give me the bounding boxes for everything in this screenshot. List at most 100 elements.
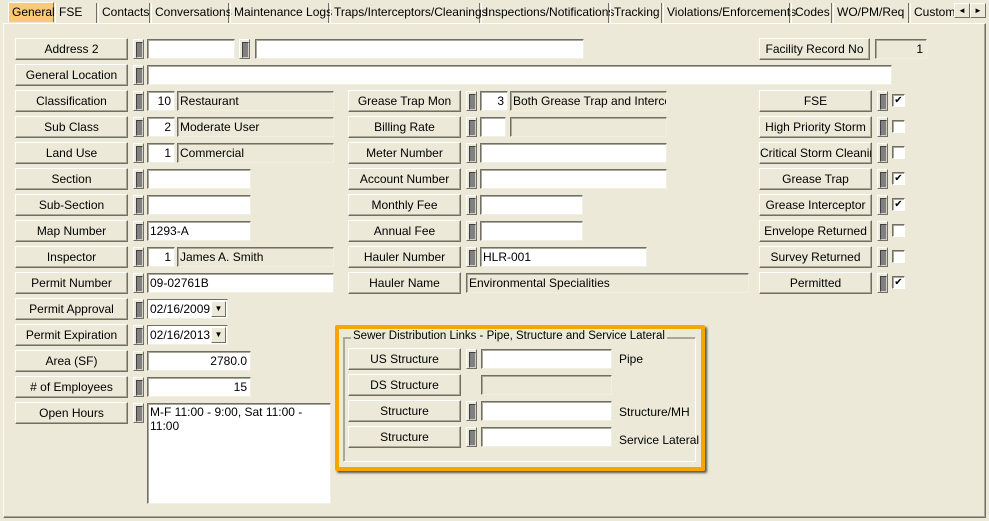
open-hours-grip[interactable]	[133, 403, 144, 423]
address2-field-2[interactable]	[255, 39, 584, 59]
tab-general[interactable]: General	[8, 2, 55, 22]
survey-returned-checkbox[interactable]	[892, 250, 905, 263]
service-lateral-grip[interactable]	[466, 427, 477, 447]
high-priority-storm-button[interactable]: High Priority Storm	[759, 116, 872, 138]
classification-grip[interactable]	[133, 91, 144, 111]
meter-number-grip[interactable]	[466, 143, 477, 163]
billing-rate-button[interactable]: Billing Rate	[348, 116, 461, 138]
map-number-grip[interactable]	[133, 221, 144, 241]
critical-storm-cleaning-checkbox[interactable]	[892, 146, 905, 159]
tab-fse[interactable]: FSE	[55, 3, 97, 23]
permit-approval-date-picker[interactable]: 02/16/2009 ▼	[147, 299, 228, 319]
grease-trap-mon-code-field[interactable]: 3	[480, 91, 508, 111]
monthly-fee-grip[interactable]	[466, 195, 477, 215]
us-structure-button[interactable]: US Structure	[348, 348, 461, 370]
permit-approval-button[interactable]: Permit Approval	[15, 298, 128, 320]
open-hours-button[interactable]: Open Hours	[15, 402, 128, 424]
grease-trap-button[interactable]: Grease Trap	[759, 168, 872, 190]
service-lateral-structure-button[interactable]: Structure	[348, 426, 461, 448]
sub-section-field[interactable]	[147, 195, 251, 215]
us-structure-grip[interactable]	[466, 349, 477, 369]
service-lateral-field[interactable]	[481, 427, 612, 447]
hauler-number-button[interactable]: Hauler Number	[348, 246, 461, 268]
account-number-grip[interactable]	[466, 169, 477, 189]
grease-trap-grip[interactable]	[877, 169, 888, 189]
high-priority-storm-checkbox[interactable]	[892, 120, 905, 133]
address2-button[interactable]: Address 2	[15, 38, 128, 60]
billing-rate-grip[interactable]	[466, 117, 477, 137]
tab-violations-enforcements[interactable]: Violations/Enforcements	[663, 3, 796, 23]
account-number-button[interactable]: Account Number	[348, 168, 461, 190]
tab-inspections-notifications[interactable]: Inspections/Notifications	[481, 3, 614, 23]
hauler-name-button[interactable]: Hauler Name	[348, 272, 461, 294]
employees-grip[interactable]	[133, 377, 144, 397]
meter-number-field[interactable]	[480, 143, 667, 163]
ds-structure-button[interactable]: DS Structure	[348, 374, 461, 396]
open-hours-textarea[interactable]: M-F 11:00 - 9:00, Sat 11:00 - 11:00	[147, 403, 331, 504]
grease-interceptor-button[interactable]: Grease Interceptor	[759, 194, 872, 216]
critical-storm-cleaning-button[interactable]: Critical Storm Cleaning	[759, 142, 872, 164]
section-button[interactable]: Section	[15, 168, 128, 190]
address2-grip-2[interactable]	[239, 39, 250, 59]
classification-button[interactable]: Classification	[15, 90, 128, 112]
sub-section-button[interactable]: Sub-Section	[15, 194, 128, 216]
billing-rate-code-field[interactable]	[480, 117, 506, 137]
tab-traps-interceptors-cleanings[interactable]: Traps/Interceptors/Cleanings	[330, 3, 488, 23]
envelope-returned-checkbox[interactable]	[892, 224, 905, 237]
sub-section-grip[interactable]	[133, 195, 144, 215]
permitted-grip[interactable]	[877, 273, 888, 293]
tab-wo-pm-req[interactable]: WO/PM/Req	[833, 3, 909, 23]
grease-trap-checkbox[interactable]: ✔	[892, 172, 905, 185]
monthly-fee-button[interactable]: Monthly Fee	[348, 194, 461, 216]
land-use-button[interactable]: Land Use	[15, 142, 128, 164]
structure-mh-grip[interactable]	[466, 401, 477, 421]
annual-fee-field[interactable]	[480, 221, 583, 241]
general-location-field[interactable]	[147, 65, 892, 85]
account-number-field[interactable]	[480, 169, 667, 189]
us-structure-field[interactable]	[481, 349, 612, 369]
inspector-code-field[interactable]: 1	[147, 247, 175, 267]
permitted-checkbox[interactable]: ✔	[892, 276, 905, 289]
grease-interceptor-grip[interactable]	[877, 195, 888, 215]
tab-conversations[interactable]: Conversations	[151, 3, 232, 23]
critical-storm-cleaning-grip[interactable]	[877, 143, 888, 163]
meter-number-button[interactable]: Meter Number	[348, 142, 461, 164]
permit-number-button[interactable]: Permit Number	[15, 272, 128, 294]
survey-returned-grip[interactable]	[877, 247, 888, 267]
high-priority-storm-grip[interactable]	[877, 117, 888, 137]
land-use-code-field[interactable]: 1	[147, 143, 175, 163]
fse-grip[interactable]	[877, 91, 888, 111]
tab-contacts[interactable]: Contacts	[98, 3, 150, 23]
area-grip[interactable]	[133, 351, 144, 371]
envelope-returned-grip[interactable]	[877, 221, 888, 241]
permit-expiration-date-picker[interactable]: 02/16/2013 ▼	[147, 325, 228, 345]
tab-tracking[interactable]: Tracking	[610, 3, 662, 23]
tab-custom[interactable]: Custom	[910, 3, 954, 23]
employees-field[interactable]: 15	[147, 377, 251, 397]
structure-mh-button[interactable]: Structure	[348, 400, 461, 422]
grease-interceptor-checkbox[interactable]: ✔	[892, 198, 905, 211]
address2-grip[interactable]	[133, 39, 144, 59]
general-location-button[interactable]: General Location	[15, 64, 128, 86]
tab-codes[interactable]: Codes	[791, 3, 832, 23]
sub-class-button[interactable]: Sub Class	[15, 116, 128, 138]
employees-button[interactable]: # of Employees	[15, 376, 128, 398]
area-field[interactable]: 2780.0	[147, 351, 251, 371]
facility-record-no-button[interactable]: Facility Record No	[759, 38, 870, 60]
permit-expiration-grip[interactable]	[133, 325, 144, 345]
inspector-button[interactable]: Inspector	[15, 246, 128, 268]
section-grip[interactable]	[133, 169, 144, 189]
fse-button[interactable]: FSE	[759, 90, 872, 112]
grease-trap-mon-button[interactable]: Grease Trap Mon	[348, 90, 461, 112]
land-use-grip[interactable]	[133, 143, 144, 163]
map-number-field[interactable]: 1293-A	[147, 221, 251, 241]
classification-code-field[interactable]: 10	[147, 91, 175, 111]
annual-fee-grip[interactable]	[466, 221, 477, 241]
section-field[interactable]	[147, 169, 251, 189]
annual-fee-button[interactable]: Annual Fee	[348, 220, 461, 242]
permit-expiration-button[interactable]: Permit Expiration	[15, 324, 128, 346]
survey-returned-button[interactable]: Survey Returned	[759, 246, 872, 268]
dropdown-arrow-icon[interactable]: ▼	[211, 327, 226, 343]
fse-checkbox[interactable]: ✔	[892, 94, 905, 107]
sub-class-grip[interactable]	[133, 117, 144, 137]
